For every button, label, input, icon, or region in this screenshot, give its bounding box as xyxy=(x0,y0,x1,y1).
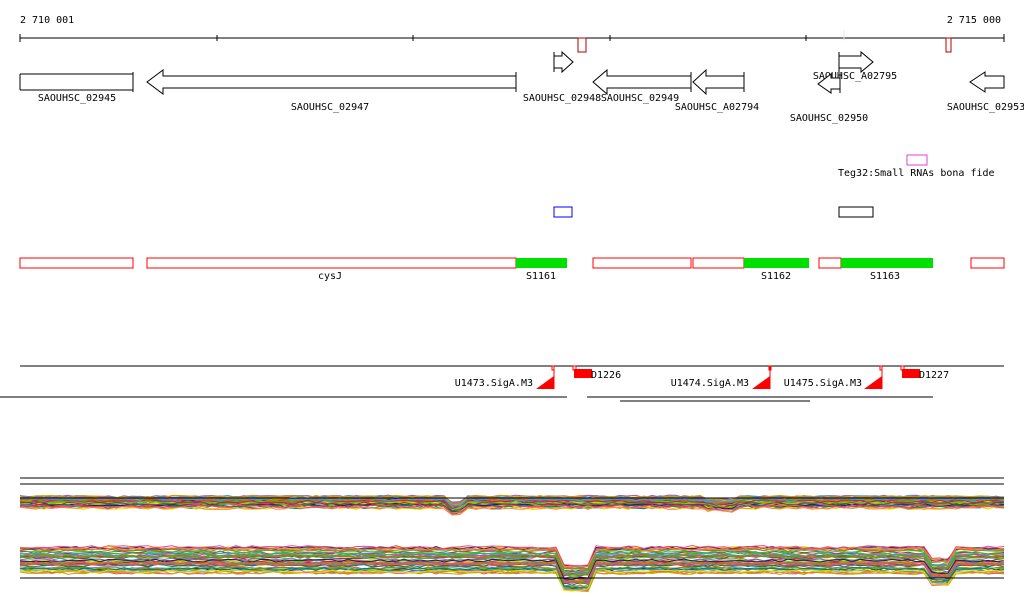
gene-label: SAOUHSC_02947 xyxy=(291,102,369,113)
terminator-D1227[interactable]: D1227 xyxy=(900,365,949,381)
feature-box-black[interactable] xyxy=(838,206,874,218)
gene-SAOUHSC_02948[interactable]: SAOUHSC_02948 xyxy=(523,50,601,104)
srna-feature-teg32[interactable] xyxy=(906,154,928,166)
gene-track: SAOUHSC_02945 SAOUHSC_02947 SAOUHSC_0294… xyxy=(19,50,1024,124)
promoter-label: U1473.SigA.M3 xyxy=(455,378,533,389)
promoter-U1474[interactable]: U1474.SigA.M3 xyxy=(671,365,772,389)
srna-label: Teg32:Small RNAs bona fide xyxy=(838,168,995,179)
transcript-track: cysJ S1161 S1162 S1163 xyxy=(19,257,1005,282)
transcript-s1163[interactable] xyxy=(841,258,933,268)
transcript-segment[interactable] xyxy=(19,257,134,269)
gene-SAOUHSC_A02795[interactable]: SAOUHSC_A02795 xyxy=(813,50,897,82)
ruler-end-label: 2 715 000 xyxy=(947,15,1001,26)
gene-label: SAOUHSC_A02794 xyxy=(675,102,759,113)
promoter-track: U1473.SigA.M3 D1226 U1474.SigA.M3 U1475.… xyxy=(20,365,1004,389)
transcript-segment[interactable] xyxy=(592,257,692,269)
promoter-label: U1475.SigA.M3 xyxy=(784,378,862,389)
genome-browser: 2 710 001 2 715 000 SAOUHSC_02945 SAOUHS… xyxy=(0,15,1024,593)
transcript-segment[interactable] xyxy=(692,257,745,269)
transcript-label: S1163 xyxy=(870,271,900,282)
terminator-D1226[interactable]: D1226 xyxy=(572,365,621,381)
promoter-label: U1474.SigA.M3 xyxy=(671,378,749,389)
feature-marker[interactable] xyxy=(577,37,587,53)
gene-label: SAOUHSC_02950 xyxy=(790,113,868,124)
transcript-label: S1162 xyxy=(761,271,791,282)
coordinate-ruler: 2 710 001 2 715 000 xyxy=(19,15,1005,53)
ruler-start-label: 2 710 001 xyxy=(20,15,74,26)
transcript-label: cysJ xyxy=(318,271,342,282)
transcript-label: S1161 xyxy=(526,271,556,282)
gene-label: SAOUHSC_02949 xyxy=(601,93,679,104)
feature-marker[interactable] xyxy=(945,37,952,53)
expression-profiles xyxy=(19,477,1005,593)
gene-label: SAOUHSC_02953 xyxy=(947,102,1024,113)
terminator-label: D1226 xyxy=(591,370,621,381)
gene-SAOUHSC_02953[interactable]: SAOUHSC_02953 xyxy=(947,71,1024,113)
srna-track: Teg32:Small RNAs bona fide xyxy=(553,154,995,218)
transcript-segment[interactable] xyxy=(970,257,1005,269)
gene-label: SAOUHSC_02945 xyxy=(38,93,116,104)
gene-SAOUHSC_02945[interactable]: SAOUHSC_02945 xyxy=(19,72,134,104)
coverage-lines xyxy=(0,396,933,402)
gene-SAOUHSC_02949[interactable]: SAOUHSC_02949 xyxy=(592,68,692,104)
promoter-U1473[interactable]: U1473.SigA.M3 xyxy=(455,365,555,389)
gene-label: SAOUHSC_02948 xyxy=(523,93,601,104)
gene-SAOUHSC_02947[interactable]: SAOUHSC_02947 xyxy=(146,69,517,113)
terminator-label: D1227 xyxy=(919,370,949,381)
feature-box-blue[interactable] xyxy=(553,206,573,218)
transcript-segment[interactable] xyxy=(818,257,842,269)
promoter-U1475[interactable]: U1475.SigA.M3 xyxy=(784,365,883,389)
transcript-cysj[interactable] xyxy=(146,257,517,269)
transcript-s1162[interactable] xyxy=(744,258,809,268)
expression-line xyxy=(19,570,1005,593)
transcript-s1161[interactable] xyxy=(516,258,567,268)
